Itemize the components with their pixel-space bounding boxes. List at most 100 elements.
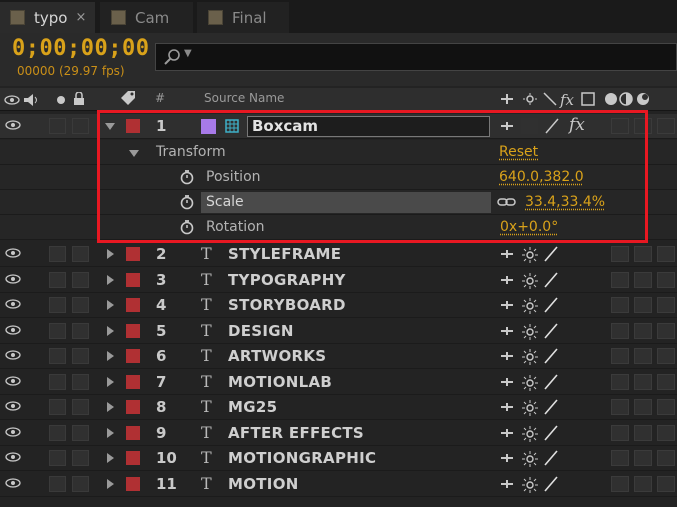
shy-icon[interactable] (500, 300, 514, 310)
adjustment-switch[interactable] (634, 246, 652, 262)
layer-name[interactable]: MG25 (228, 398, 277, 416)
3d-layer-switch[interactable] (657, 246, 675, 262)
collapse-sun-icon[interactable] (521, 272, 539, 290)
quality-icon[interactable] (543, 347, 559, 365)
layer-name[interactable]: STYLEFRAME (228, 245, 341, 263)
adjustment-switch[interactable] (634, 323, 652, 339)
eye-icon[interactable] (5, 452, 21, 462)
eye-icon[interactable] (5, 120, 21, 130)
layer-row[interactable]: 5 T DESIGN (0, 319, 677, 344)
quality-icon[interactable] (543, 373, 559, 391)
audio-switch[interactable] (49, 476, 66, 492)
label-color-swatch[interactable] (126, 375, 140, 389)
3d-layer-switch[interactable] (657, 323, 675, 339)
shy-icon[interactable] (500, 377, 514, 387)
quality-icon[interactable] (543, 322, 559, 340)
expand-triangle-icon[interactable] (107, 428, 114, 438)
layer-row[interactable]: 11 T MOTION (0, 472, 677, 497)
layer-row[interactable]: 7 T MOTIONLAB (0, 370, 677, 395)
shy-icon[interactable] (500, 479, 514, 489)
expand-triangle-icon[interactable] (107, 300, 114, 310)
eye-icon[interactable] (5, 350, 21, 360)
eye-icon[interactable] (5, 376, 21, 386)
expand-triangle-icon[interactable] (107, 351, 114, 361)
quality-icon[interactable] (543, 449, 559, 467)
eye-icon[interactable] (5, 401, 21, 411)
layer-row[interactable]: 6 T ARTWORKS (0, 344, 677, 369)
shy-icon[interactable] (500, 402, 514, 412)
layer-name[interactable]: MOTIONLAB (228, 373, 332, 391)
layer-name[interactable]: TYPOGRAPHY (228, 271, 346, 289)
layer-name[interactable]: MOTIONGRAPHIC (228, 449, 376, 467)
collapse-sun-icon[interactable] (521, 297, 539, 315)
quality-icon[interactable] (543, 475, 559, 493)
motion-blur-switch[interactable] (611, 374, 629, 390)
adjustment-switch[interactable] (634, 297, 652, 313)
motion-blur-switch[interactable] (611, 348, 629, 364)
label-color-swatch[interactable] (126, 247, 140, 261)
expand-triangle-icon[interactable] (107, 377, 114, 387)
shy-icon[interactable] (500, 428, 514, 438)
expand-triangle-icon[interactable] (107, 326, 114, 336)
eye-icon[interactable] (5, 248, 21, 258)
source-name-column[interactable]: Source Name (204, 91, 284, 105)
label-color-swatch[interactable] (126, 273, 140, 287)
3d-layer-switch[interactable] (657, 425, 675, 441)
shy-icon[interactable] (500, 275, 514, 285)
lock-switch[interactable] (72, 297, 89, 313)
motion-blur-switch[interactable] (611, 425, 629, 441)
tab-cam[interactable]: Cam (100, 2, 193, 33)
expand-triangle-icon[interactable] (107, 249, 114, 259)
adjustment-switch[interactable] (634, 450, 652, 466)
label-color-swatch[interactable] (126, 400, 140, 414)
search-input[interactable]: ▼ (155, 43, 677, 71)
close-icon[interactable]: × (75, 10, 86, 25)
eye-icon[interactable] (5, 478, 21, 488)
collapse-sun-icon[interactable] (521, 399, 539, 417)
motion-blur-switch[interactable] (611, 399, 629, 415)
layer-name[interactable]: AFTER EFFECTS (228, 424, 364, 442)
label-color-swatch[interactable] (126, 477, 140, 491)
shy-icon[interactable] (500, 326, 514, 336)
layer-name[interactable]: DESIGN (228, 322, 294, 340)
layer-row[interactable]: 8 T MG25 (0, 395, 677, 420)
audio-switch[interactable] (49, 425, 66, 441)
adjustment-switch[interactable] (634, 425, 652, 441)
audio-switch[interactable] (49, 118, 66, 134)
eye-icon[interactable] (5, 325, 21, 335)
layer-row[interactable]: 3 T TYPOGRAPHY (0, 268, 677, 293)
label-color-swatch[interactable] (126, 298, 140, 312)
expand-triangle-icon[interactable] (107, 402, 114, 412)
tab-final[interactable]: Final (197, 2, 289, 33)
shy-icon[interactable] (500, 249, 514, 259)
motion-blur-switch[interactable] (611, 272, 629, 288)
current-time-display[interactable]: 0;00;00;00 (12, 36, 149, 61)
3d-layer-switch[interactable] (657, 118, 675, 134)
layer-name[interactable]: ARTWORKS (228, 347, 326, 365)
audio-switch[interactable] (49, 450, 66, 466)
quality-icon[interactable] (543, 296, 559, 314)
motion-blur-switch[interactable] (611, 476, 629, 492)
layer-name[interactable]: STORYBOARD (228, 296, 346, 314)
layer-row[interactable]: 2 T STYLEFRAME (0, 242, 677, 267)
eye-icon[interactable] (5, 427, 21, 437)
layer-name[interactable]: MOTION (228, 475, 299, 493)
shy-icon[interactable] (500, 351, 514, 361)
lock-switch[interactable] (72, 399, 89, 415)
audio-switch[interactable] (49, 246, 66, 262)
quality-icon[interactable] (543, 245, 559, 263)
motion-blur-switch[interactable] (611, 323, 629, 339)
quality-icon[interactable] (543, 271, 559, 289)
collapse-sun-icon[interactable] (521, 246, 539, 264)
lock-switch[interactable] (72, 246, 89, 262)
expand-triangle-icon[interactable] (107, 453, 114, 463)
3d-layer-switch[interactable] (657, 450, 675, 466)
eye-icon[interactable] (5, 299, 21, 309)
adjustment-switch[interactable] (634, 476, 652, 492)
lock-switch[interactable] (72, 374, 89, 390)
lock-switch[interactable] (72, 450, 89, 466)
adjustment-switch[interactable] (634, 374, 652, 390)
chevron-down-icon[interactable]: ▼ (184, 48, 192, 59)
layer-row[interactable]: 9 T AFTER EFFECTS (0, 421, 677, 446)
3d-layer-switch[interactable] (657, 399, 675, 415)
